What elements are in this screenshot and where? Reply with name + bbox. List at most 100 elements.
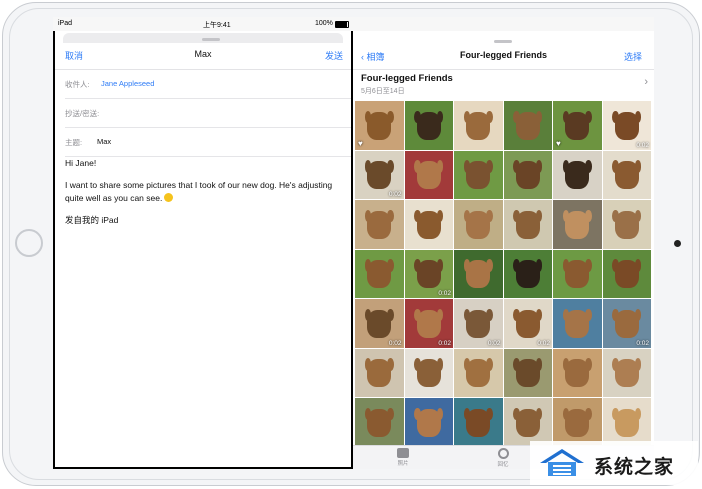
- photo-thumbnail[interactable]: 0:02: [355, 150, 404, 199]
- cc-label: 抄送/密送:: [65, 109, 100, 118]
- photos-nav-title: Four-legged Friends: [459, 50, 547, 60]
- sheet-header: [63, 33, 343, 43]
- dog-figure: [515, 359, 540, 388]
- photo-thumbnail[interactable]: [404, 348, 453, 397]
- dog-figure: [614, 111, 639, 140]
- photo-thumbnail[interactable]: ♥: [355, 101, 404, 150]
- dog-figure: [515, 210, 540, 239]
- dog-figure: [416, 111, 441, 140]
- mail-body[interactable]: Hi Jane! I want to share some pictures t…: [65, 157, 335, 236]
- photo-thumbnail[interactable]: [454, 249, 503, 298]
- photo-thumbnail[interactable]: [404, 101, 453, 150]
- photo-thumbnail[interactable]: 0:02: [454, 299, 503, 348]
- photo-thumbnail[interactable]: [602, 200, 651, 249]
- dog-figure: [515, 260, 540, 289]
- drag-handle[interactable]: [494, 40, 512, 43]
- smiley-emoji-icon: [164, 193, 174, 202]
- photo-thumbnail[interactable]: [355, 249, 404, 298]
- photo-thumbnail[interactable]: [503, 150, 552, 199]
- status-bar: iPad 上午9:41 100%: [53, 17, 654, 31]
- photo-thumbnail[interactable]: [404, 398, 453, 447]
- photo-thumbnail[interactable]: [454, 200, 503, 249]
- photo-thumbnail[interactable]: [454, 101, 503, 150]
- photo-thumbnail[interactable]: [602, 249, 651, 298]
- front-camera: [674, 240, 681, 247]
- dog-figure: [466, 260, 491, 289]
- greeting-text: Hi Jane!: [65, 158, 97, 168]
- photo-thumbnail[interactable]: 0:02: [404, 299, 453, 348]
- photo-thumbnail[interactable]: [553, 398, 602, 447]
- select-button[interactable]: 选择: [624, 50, 642, 63]
- photo-thumbnail[interactable]: [553, 200, 602, 249]
- dog-figure: [565, 161, 590, 190]
- mail-title: Max: [194, 49, 212, 59]
- mail-compose-pane: 取消 Max 发送 收件人: Jane Appleseed 抄送/密送: 主题:…: [55, 31, 351, 467]
- photo-thumbnail[interactable]: [602, 348, 651, 397]
- dog-figure: [367, 260, 392, 289]
- to-field[interactable]: 收件人: Jane Appleseed: [65, 70, 351, 99]
- video-duration: 0:02: [636, 339, 649, 347]
- dog-figure: [416, 210, 441, 239]
- photo-thumbnail[interactable]: [553, 249, 602, 298]
- favorite-heart-icon: ♥: [358, 138, 363, 148]
- dog-figure: [515, 408, 540, 437]
- dog-figure: [416, 161, 441, 190]
- photo-thumbnail[interactable]: 0:02: [355, 299, 404, 348]
- dog-figure: [367, 359, 392, 388]
- dog-figure: [416, 408, 441, 437]
- dog-figure: [367, 408, 392, 437]
- photo-thumbnail[interactable]: [503, 398, 552, 447]
- dog-figure: [614, 309, 639, 338]
- photo-thumbnail[interactable]: 0:02: [404, 249, 453, 298]
- video-duration: 0:02: [438, 290, 451, 297]
- photo-thumbnail[interactable]: 0:02: [503, 299, 552, 348]
- body-text: I want to share some pictures that I too…: [65, 180, 333, 203]
- photo-thumbnail[interactable]: [454, 150, 503, 199]
- photo-thumbnail[interactable]: [355, 200, 404, 249]
- subject-value[interactable]: Max: [97, 137, 111, 146]
- photo-thumbnail[interactable]: [553, 150, 602, 199]
- photo-thumbnail[interactable]: [503, 200, 552, 249]
- send-button[interactable]: 发送: [325, 49, 343, 62]
- album-header[interactable]: Four-legged Friends 5月6日至14日 ›: [353, 69, 654, 99]
- subject-label: 主题:: [65, 138, 83, 147]
- dog-figure: [565, 210, 590, 239]
- tab-memories[interactable]: 回忆: [483, 448, 523, 468]
- to-recipient[interactable]: Jane Appleseed: [101, 79, 154, 88]
- cc-field[interactable]: 抄送/密送:: [65, 99, 351, 128]
- photo-thumbnail[interactable]: [355, 348, 404, 397]
- photo-thumbnail[interactable]: [503, 348, 552, 397]
- drag-handle[interactable]: [202, 38, 220, 41]
- dog-figure: [565, 359, 590, 388]
- dog-figure: [466, 161, 491, 190]
- dog-figure: [515, 309, 540, 338]
- photo-thumbnail[interactable]: [553, 348, 602, 397]
- photo-thumbnail[interactable]: 0:02: [602, 299, 651, 348]
- photo-thumbnail[interactable]: [404, 200, 453, 249]
- dog-figure: [515, 161, 540, 190]
- photo-thumbnail[interactable]: [602, 398, 651, 447]
- photo-thumbnail[interactable]: [355, 398, 404, 447]
- battery-icon: [335, 21, 349, 28]
- photo-thumbnail[interactable]: [404, 150, 453, 199]
- dog-figure: [416, 359, 441, 388]
- photo-thumbnail[interactable]: [553, 299, 602, 348]
- photo-thumbnail[interactable]: [503, 249, 552, 298]
- dog-figure: [614, 359, 639, 388]
- photo-thumbnail[interactable]: 0:02: [602, 101, 651, 150]
- memories-tab-icon: [497, 448, 509, 459]
- to-label: 收件人:: [65, 80, 90, 89]
- dog-figure: [367, 111, 392, 140]
- photo-thumbnail[interactable]: [454, 398, 503, 447]
- photo-grid: ♥ ♥ 0:02 0:02 0:02 0:02 0:02 0:02 0:02 0:02: [355, 101, 653, 469]
- photo-thumbnail[interactable]: ♥: [553, 101, 602, 150]
- photo-thumbnail[interactable]: [454, 348, 503, 397]
- photo-thumbnail[interactable]: [602, 150, 651, 199]
- tab-photos[interactable]: 照片: [383, 448, 423, 467]
- home-button[interactable]: [15, 229, 43, 257]
- photo-thumbnail[interactable]: [503, 101, 552, 150]
- photos-nav-bar: ‹ 相簿 Four-legged Friends 选择: [353, 45, 654, 70]
- subject-field[interactable]: 主题: Max: [65, 128, 351, 157]
- video-duration: 0:02: [388, 339, 402, 347]
- photos-pane: ‹ 相簿 Four-legged Friends 选择 Four-legged …: [353, 31, 654, 469]
